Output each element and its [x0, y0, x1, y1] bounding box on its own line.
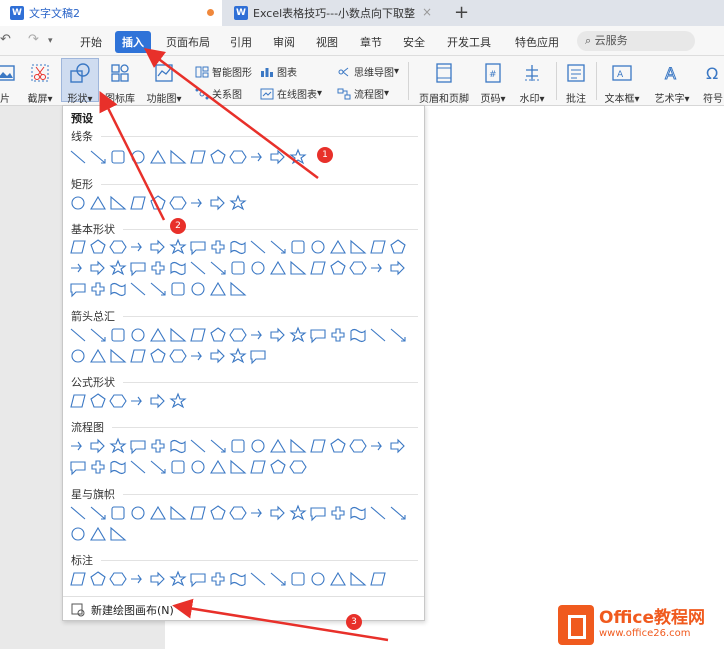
arrow-to-shape-button — [99, 91, 166, 221]
step-badge-2: 2 — [170, 218, 186, 234]
arrow-to-insert-tab — [143, 48, 319, 180]
step-badge-1: 1 — [317, 147, 333, 163]
step-badge-3: 3 — [346, 614, 362, 630]
annotation-arrows — [99, 48, 389, 642]
office26-logo: Office教程网 www.office26.com — [558, 600, 724, 649]
office-logo-icon — [558, 604, 594, 645]
logo-title: Office教程网 — [599, 608, 706, 628]
logo-url: www.office26.com — [599, 628, 691, 639]
